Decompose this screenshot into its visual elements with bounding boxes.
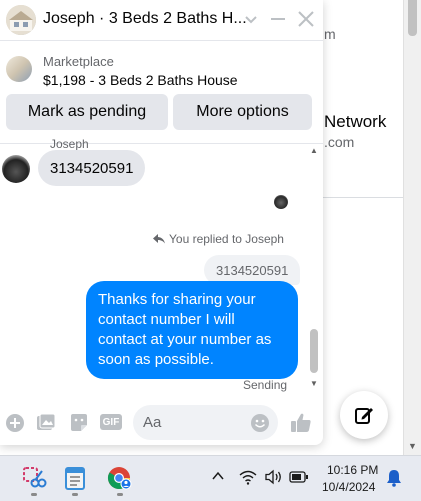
reply-note-text: You replied to Joseph — [169, 232, 284, 246]
background-text-fragment: m — [324, 26, 336, 42]
sender-name: Joseph — [50, 137, 89, 151]
incoming-message[interactable]: 3134520591 — [38, 150, 146, 186]
running-indicator — [117, 493, 123, 496]
avatar[interactable] — [6, 5, 36, 35]
background-text-fragment: .com — [324, 134, 355, 150]
like-icon[interactable] — [290, 412, 312, 434]
running-indicator — [72, 493, 78, 496]
taskbar: 10:16 PM 10/4/2024 — [0, 455, 421, 501]
scroll-down-arrow-icon[interactable]: ▼ — [408, 441, 417, 451]
mark-as-pending-button[interactable]: Mark as pending — [6, 94, 168, 130]
snipping-tool-icon[interactable] — [21, 465, 47, 491]
running-indicator — [31, 493, 37, 496]
message-input-placeholder[interactable]: Aa — [143, 414, 161, 431]
close-icon[interactable] — [296, 9, 316, 29]
chevron-up-icon[interactable] — [211, 469, 225, 483]
listing-thumbnail[interactable] — [6, 56, 32, 82]
divider — [318, 197, 404, 198]
message-composer: GIF Aa — [0, 400, 323, 445]
house-photo-icon — [6, 5, 36, 35]
message-status: Sending — [243, 378, 288, 392]
gif-icon[interactable]: GIF — [100, 414, 122, 430]
emoji-icon[interactable] — [250, 413, 270, 433]
wifi-icon[interactable] — [239, 469, 257, 485]
clock-date[interactable]: 10/4/2024 — [322, 480, 375, 494]
chrome-icon[interactable] — [106, 465, 132, 491]
battery-icon[interactable] — [289, 471, 309, 483]
clock-time[interactable]: 10:16 PM — [327, 463, 378, 477]
outgoing-message[interactable]: Thanks for sharing your contact number I… — [86, 281, 298, 379]
reply-arrow-icon — [153, 234, 165, 244]
plus-icon[interactable] — [5, 413, 25, 433]
sticker-icon[interactable] — [69, 413, 89, 433]
page-scrollbar-thumb[interactable] — [408, 0, 417, 36]
chat-scrollbar[interactable]: ▲ ▼ — [307, 143, 321, 395]
scroll-up-arrow-icon[interactable]: ▲ — [310, 146, 318, 155]
compose-icon — [355, 408, 373, 424]
chat-title[interactable]: Joseph · 3 Beds 2 Baths H... — [43, 10, 247, 28]
listing-source: Marketplace — [43, 54, 114, 69]
reply-indicator: You replied to Joseph — [153, 232, 284, 246]
chevron-down-icon[interactable] — [244, 9, 258, 29]
read-receipt-avatar — [274, 195, 288, 209]
marketplace-listing-card: Marketplace $1,198 - 3 Beds 2 Baths Hous… — [0, 41, 323, 144]
background-heading-fragment: Network — [324, 112, 387, 131]
notification-bell-icon[interactable] — [386, 469, 402, 487]
scroll-down-arrow-icon[interactable]: ▼ — [310, 379, 318, 388]
chat-window: Joseph · 3 Beds 2 Baths H... Marketplace… — [0, 0, 323, 445]
volume-icon[interactable] — [264, 469, 284, 485]
page-scrollbar[interactable]: ▼ — [403, 0, 421, 455]
new-message-button[interactable] — [340, 391, 388, 439]
message-input[interactable]: Aa — [133, 405, 278, 440]
listing-title[interactable]: $1,198 - 3 Beds 2 Baths House — [43, 72, 238, 88]
message-thread: Joseph 3134520591 You replied to Joseph … — [0, 137, 323, 395]
avatar[interactable] — [2, 155, 30, 183]
more-options-button[interactable]: More options — [173, 94, 312, 130]
chat-scrollbar-thumb[interactable] — [310, 329, 318, 373]
notepad-icon[interactable] — [62, 465, 88, 491]
photo-icon[interactable] — [36, 413, 56, 433]
chat-header[interactable]: Joseph · 3 Beds 2 Baths H... — [0, 0, 323, 41]
minimize-icon[interactable] — [269, 9, 287, 29]
